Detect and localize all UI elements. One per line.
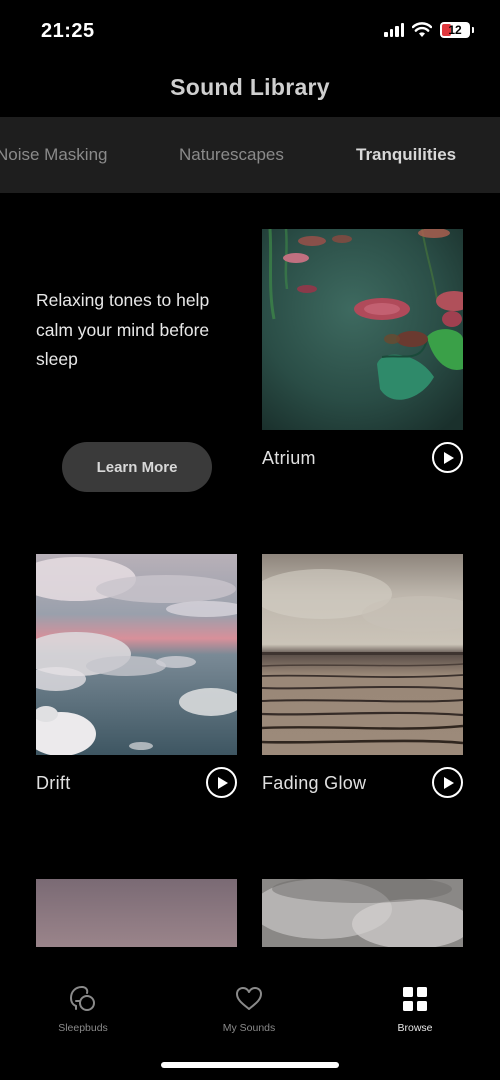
sound-tile-partial[interactable] [36, 879, 237, 947]
sound-thumbnail-dusk[interactable] [36, 879, 237, 947]
play-button[interactable] [432, 767, 463, 798]
sound-thumbnail-lily-pond[interactable] [262, 229, 463, 430]
grid-icon [403, 987, 427, 1011]
play-icon [444, 451, 454, 464]
sound-name: Drift [36, 773, 71, 793]
status-bar: 21:25 12 [0, 0, 500, 64]
home-indicator[interactable] [161, 1062, 339, 1068]
sound-thumbnail-misty-shore[interactable] [262, 554, 463, 755]
battery-icon: 12 [440, 22, 470, 38]
tab-my-sounds[interactable]: My Sounds [194, 984, 304, 1034]
category-tabs: Noise Masking Naturescapes Tranquilities [0, 117, 500, 193]
sound-thumbnail-clouds[interactable] [36, 554, 237, 755]
sound-tile-fading-glow[interactable]: Fading Glow [262, 554, 463, 804]
sound-tile-partial[interactable] [262, 879, 463, 947]
wifi-icon [412, 22, 432, 37]
page-title: Sound Library [170, 74, 330, 100]
tab-naturescapes[interactable]: Naturescapes [179, 145, 284, 165]
sleepbuds-icon [69, 986, 95, 1011]
status-icons: 12 [384, 22, 474, 38]
tab-label: Browse [397, 1022, 433, 1034]
status-time: 21:25 [41, 20, 95, 42]
battery-level: 12 [448, 23, 462, 37]
tab-label: Sleepbuds [58, 1022, 108, 1034]
play-icon [444, 776, 454, 789]
signal-icon [384, 23, 404, 37]
heart-icon [236, 987, 262, 1010]
sound-name: Atrium [262, 448, 316, 468]
tab-noise-masking[interactable]: Noise Masking [0, 145, 108, 165]
sound-tile-drift[interactable]: Drift [36, 554, 237, 804]
play-button[interactable] [432, 442, 463, 473]
sound-thumbnail-fog[interactable] [262, 879, 463, 947]
tab-sleepbuds[interactable]: Sleepbuds [28, 984, 138, 1034]
play-button[interactable] [206, 767, 237, 798]
tab-label: My Sounds [222, 1022, 276, 1034]
tab-browse[interactable]: Browse [360, 984, 470, 1034]
sound-name: Fading Glow [262, 773, 367, 793]
sound-tile-atrium[interactable]: Atrium [262, 229, 463, 479]
tab-tranquilities[interactable]: Tranquilities [356, 145, 456, 165]
category-description: Relaxing tones to help calm your mind be… [36, 290, 210, 369]
learn-more-button[interactable]: Learn More [62, 442, 212, 492]
play-icon [218, 776, 228, 789]
